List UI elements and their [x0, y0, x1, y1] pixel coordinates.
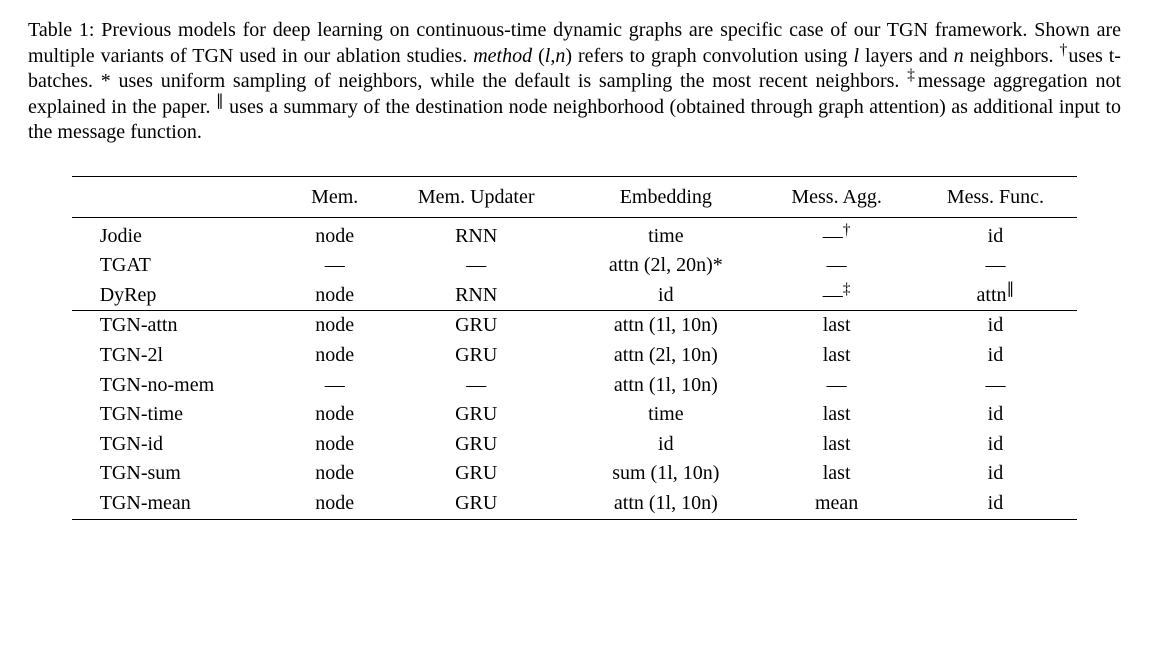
cell-model: TGAT: [72, 251, 289, 281]
col-embedding: Embedding: [572, 176, 760, 217]
table-caption: Table 1: Previous models for deep learni…: [28, 18, 1121, 146]
cell-mem: node: [289, 341, 380, 371]
col-model: [72, 176, 289, 217]
cell-agg: last: [760, 311, 914, 341]
col-updater: Mem. Updater: [380, 176, 572, 217]
cell-updater: RNN: [380, 217, 572, 251]
col-agg: Mess. Agg.: [760, 176, 914, 217]
table-row: TGN-attnnodeGRUattn (1l, 10n)lastid: [72, 311, 1078, 341]
cell-embedding: id: [572, 281, 760, 311]
cell-func: —: [914, 371, 1078, 401]
cell-model: TGN-time: [72, 400, 289, 430]
double-dagger-icon: ‡: [907, 67, 918, 84]
cell-func: id: [914, 311, 1078, 341]
caption-text: layers and: [859, 45, 954, 67]
cell-agg: last: [760, 459, 914, 489]
dagger-icon: †: [1060, 41, 1069, 58]
cell-model: TGN-sum: [72, 459, 289, 489]
table-wrapper: Mem. Mem. Updater Embedding Mess. Agg. M…: [28, 176, 1121, 520]
cell-agg: —‡: [760, 281, 914, 311]
table-row: TGN-idnodeGRUidlastid: [72, 430, 1078, 460]
caption-text: (: [532, 45, 545, 67]
cell-model: TGN-id: [72, 430, 289, 460]
table-body: JodienodeRNNtime—†idTGAT——attn (2l, 20n)…: [72, 217, 1078, 519]
cell-model: TGN-no-mem: [72, 371, 289, 401]
dagger-icon: †: [843, 221, 851, 238]
caption-text: neighbors.: [964, 45, 1060, 67]
cell-agg: last: [760, 341, 914, 371]
cell-model: DyRep: [72, 281, 289, 311]
cell-updater: GRU: [380, 400, 572, 430]
cell-mem: node: [289, 311, 380, 341]
cell-embedding: attn (1l, 10n): [572, 371, 760, 401]
cell-mem: node: [289, 489, 380, 519]
cell-embedding: attn (2l, 20n)*: [572, 251, 760, 281]
cell-model: Jodie: [72, 217, 289, 251]
cell-model: TGN-2l: [72, 341, 289, 371]
cell-mem: —: [289, 251, 380, 281]
cell-mem: node: [289, 430, 380, 460]
cell-mem: node: [289, 400, 380, 430]
cell-agg: last: [760, 400, 914, 430]
cell-updater: GRU: [380, 341, 572, 371]
table-row: TGN-no-mem——attn (1l, 10n)——: [72, 371, 1078, 401]
cell-embedding: attn (1l, 10n): [572, 311, 760, 341]
cell-func: —: [914, 251, 1078, 281]
cell-embedding: sum (1l, 10n): [572, 459, 760, 489]
parallel-icon: ∥: [216, 92, 224, 109]
double-dagger-icon: ‡: [843, 280, 851, 297]
cell-func: id: [914, 217, 1078, 251]
table-row: TGN-timenodeGRUtimelastid: [72, 400, 1078, 430]
caption-n: n: [954, 45, 964, 67]
table-row: TGN-meannodeGRUattn (1l, 10n)meanid: [72, 489, 1078, 519]
cell-updater: GRU: [380, 430, 572, 460]
cell-agg: last: [760, 430, 914, 460]
cell-embedding: time: [572, 400, 760, 430]
cell-func: id: [914, 400, 1078, 430]
cell-model: TGN-attn: [72, 311, 289, 341]
table-row: JodienodeRNNtime—†id: [72, 217, 1078, 251]
cell-updater: —: [380, 371, 572, 401]
cell-updater: GRU: [380, 311, 572, 341]
cell-mem: —: [289, 371, 380, 401]
cell-agg: —: [760, 371, 914, 401]
cell-updater: GRU: [380, 489, 572, 519]
table-row: TGN-2lnodeGRUattn (2l, 10n)lastid: [72, 341, 1078, 371]
cell-agg: mean: [760, 489, 914, 519]
cell-model: TGN-mean: [72, 489, 289, 519]
cell-updater: RNN: [380, 281, 572, 311]
caption-method: method: [473, 45, 532, 67]
col-mem: Mem.: [289, 176, 380, 217]
cell-updater: GRU: [380, 459, 572, 489]
table-row: DyRepnodeRNNid—‡attn∥: [72, 281, 1078, 311]
parallel-icon: ∥: [1007, 280, 1015, 297]
cell-func: id: [914, 489, 1078, 519]
tgn-variants-table: Mem. Mem. Updater Embedding Mess. Agg. M…: [72, 176, 1078, 520]
cell-embedding: id: [572, 430, 760, 460]
cell-func: id: [914, 459, 1078, 489]
cell-agg: —†: [760, 217, 914, 251]
cell-embedding: time: [572, 217, 760, 251]
cell-agg: —: [760, 251, 914, 281]
col-func: Mess. Func.: [914, 176, 1078, 217]
cell-func: id: [914, 341, 1078, 371]
cell-func: attn∥: [914, 281, 1078, 311]
cell-embedding: attn (2l, 10n): [572, 341, 760, 371]
cell-embedding: attn (1l, 10n): [572, 489, 760, 519]
table-row: TGAT——attn (2l, 20n)*——: [72, 251, 1078, 281]
table-row: TGN-sumnodeGRUsum (1l, 10n)lastid: [72, 459, 1078, 489]
cell-mem: node: [289, 459, 380, 489]
cell-mem: node: [289, 281, 380, 311]
caption-n: n: [555, 45, 565, 67]
cell-updater: —: [380, 251, 572, 281]
caption-text: uses uniform sampling of neighbors, whil…: [111, 70, 907, 92]
cell-func: id: [914, 430, 1078, 460]
caption-text: ) refers to graph convolution using: [565, 45, 853, 67]
cell-mem: node: [289, 217, 380, 251]
